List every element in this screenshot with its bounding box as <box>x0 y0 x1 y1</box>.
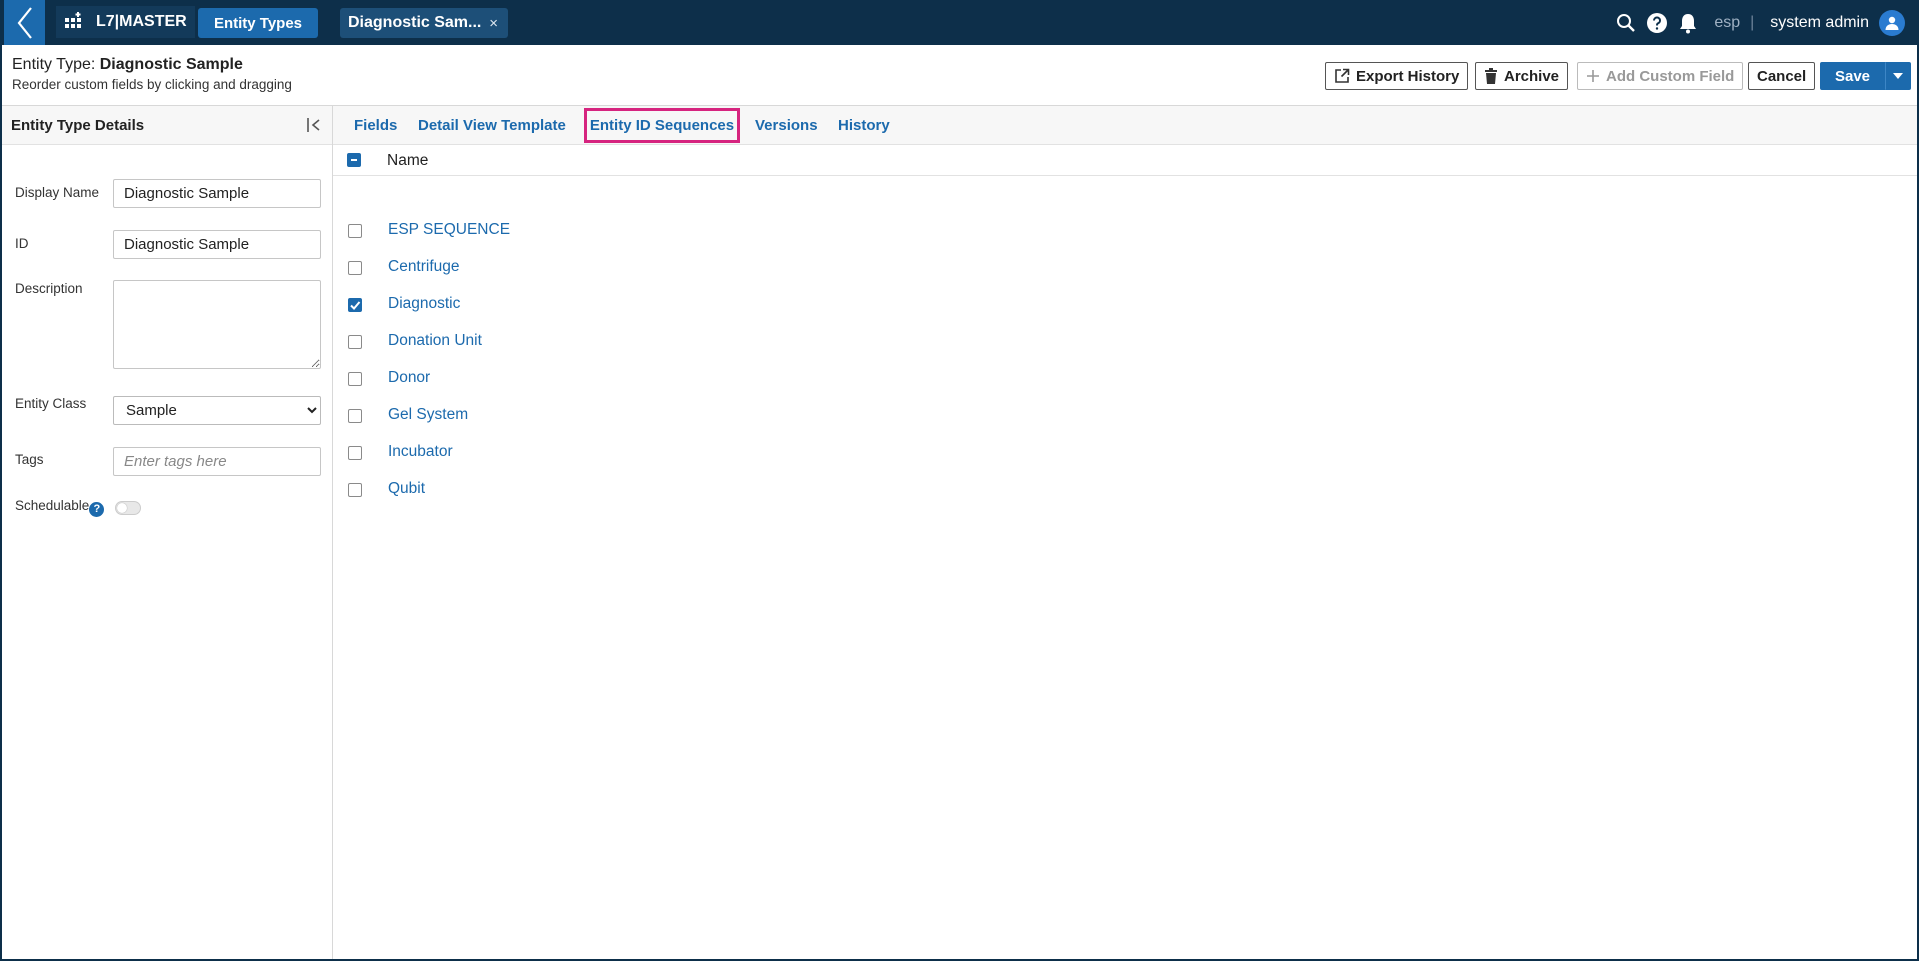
trash-icon <box>1485 68 1497 84</box>
chevron-left-icon <box>17 6 32 39</box>
tab-diagnostic-sample[interactable]: Diagnostic Sam... × <box>340 8 508 38</box>
add-custom-field-button[interactable]: Add Custom Field <box>1577 62 1744 90</box>
add-custom-field-label: Add Custom Field <box>1606 67 1735 85</box>
save-button[interactable]: Save <box>1820 62 1885 90</box>
sequence-name-link[interactable]: Incubator <box>388 443 453 461</box>
select-all-checkbox[interactable] <box>347 153 361 167</box>
table-row: ESP SEQUENCE <box>333 216 933 246</box>
bell-icon[interactable] <box>1678 12 1698 34</box>
export-history-button[interactable]: Export History <box>1325 62 1469 90</box>
help-icon[interactable] <box>1646 12 1668 34</box>
search-icon[interactable] <box>1616 13 1636 33</box>
sequence-name-link[interactable]: Donor <box>388 369 430 387</box>
entity-details-panel: Entity Type Details Display Name ID Desc… <box>2 106 333 959</box>
table-header: Name <box>333 145 1917 176</box>
row-checkbox[interactable] <box>348 483 362 497</box>
app-switcher[interactable]: L7|MASTER <box>56 6 195 38</box>
tags-input[interactable] <box>113 447 321 476</box>
id-label: ID <box>15 236 29 251</box>
user-icon <box>1885 16 1899 30</box>
schedulable-text: Schedulable <box>15 498 90 513</box>
top-bar-actions: esp | system admin <box>1616 0 1905 45</box>
cancel-button[interactable]: Cancel <box>1748 62 1816 90</box>
schedulable-label: Schedulable? <box>15 498 105 517</box>
help-icon[interactable]: ? <box>89 501 105 517</box>
sequence-name-link[interactable]: Qubit <box>388 480 425 498</box>
tab-entity-types[interactable]: Entity Types <box>198 8 318 38</box>
sequence-name-link[interactable]: Centrifuge <box>388 258 460 276</box>
archive-label: Archive <box>1504 67 1560 85</box>
tab-entity-id-sequences[interactable]: Entity ID Sequences <box>584 108 740 143</box>
apps-grid-icon <box>65 12 81 28</box>
app-name: L7|MASTER <box>96 13 187 30</box>
entity-class-select[interactable]: Sample <box>113 396 321 425</box>
table-row: Centrifuge <box>333 253 933 283</box>
schedulable-toggle[interactable] <box>115 501 141 515</box>
external-link-icon <box>1335 68 1350 83</box>
page-title: Entity Type: Diagnostic Sample <box>12 56 243 74</box>
archive-button[interactable]: Archive <box>1475 62 1569 90</box>
row-checkbox[interactable] <box>348 224 362 238</box>
row-checkbox[interactable] <box>348 446 362 460</box>
sequence-name-link[interactable]: ESP SEQUENCE <box>388 221 510 239</box>
row-checkbox[interactable] <box>348 261 362 275</box>
doc-tab-label: Diagnostic Sam... <box>348 14 482 31</box>
plus-icon <box>1587 70 1599 82</box>
sequence-name-link[interactable]: Diagnostic <box>388 295 460 313</box>
tab-history[interactable]: History <box>838 117 890 134</box>
table-row: Donor <box>333 364 933 394</box>
save-options-button[interactable] <box>1885 62 1911 90</box>
row-checkbox[interactable] <box>348 298 362 312</box>
org-name: esp <box>1714 13 1741 31</box>
avatar[interactable] <box>1879 9 1905 36</box>
page-header: Entity Type: Diagnostic Sample Reorder c… <box>2 45 1917 106</box>
collapse-panel-icon[interactable] <box>306 117 322 133</box>
sequence-name-link[interactable]: Donation Unit <box>388 332 482 350</box>
tab-bar: Fields Detail View Template Entity ID Se… <box>333 106 1917 145</box>
name-column-header[interactable]: Name <box>387 152 428 170</box>
title-name: Diagnostic Sample <box>99 56 243 73</box>
panel-header: Entity Type Details <box>2 106 332 145</box>
tab-versions[interactable]: Versions <box>755 117 818 134</box>
description-label: Description <box>15 281 83 296</box>
table-row: Incubator <box>333 438 933 468</box>
display-name-label: Display Name <box>15 185 100 200</box>
row-checkbox[interactable] <box>348 372 362 386</box>
export-history-label: Export History <box>1356 67 1460 85</box>
page-subtitle: Reorder custom fields by clicking and dr… <box>12 77 292 92</box>
tags-label: Tags <box>15 452 44 467</box>
table-row: Qubit <box>333 475 933 505</box>
main-content: Fields Detail View Template Entity ID Se… <box>333 106 1917 959</box>
tab-detail-view-template[interactable]: Detail View Template <box>418 117 566 134</box>
separator: | <box>1750 13 1755 31</box>
display-name-field[interactable] <box>113 179 321 208</box>
user-name[interactable]: system admin <box>1770 14 1869 32</box>
title-prefix: Entity Type: <box>12 56 100 73</box>
app-window: L7|MASTER Entity Types Diagnostic Sam...… <box>0 0 1919 961</box>
back-button[interactable] <box>4 0 45 45</box>
tab-fields[interactable]: Fields <box>354 117 397 134</box>
table-row: Donation Unit <box>333 327 933 357</box>
row-checkbox[interactable] <box>348 409 362 423</box>
top-bar: L7|MASTER Entity Types Diagnostic Sam...… <box>2 0 1917 45</box>
close-icon[interactable]: × <box>489 15 498 32</box>
row-checkbox[interactable] <box>348 335 362 349</box>
table-row: Gel System <box>333 401 933 431</box>
sequence-name-link[interactable]: Gel System <box>388 406 468 424</box>
panel-title: Entity Type Details <box>11 117 145 134</box>
check-icon <box>350 301 361 310</box>
caret-down-icon <box>1893 73 1903 79</box>
id-field[interactable] <box>113 230 321 259</box>
entity-class-label: Entity Class <box>15 396 87 411</box>
table-row: Diagnostic <box>333 290 933 320</box>
description-field[interactable] <box>113 280 321 369</box>
